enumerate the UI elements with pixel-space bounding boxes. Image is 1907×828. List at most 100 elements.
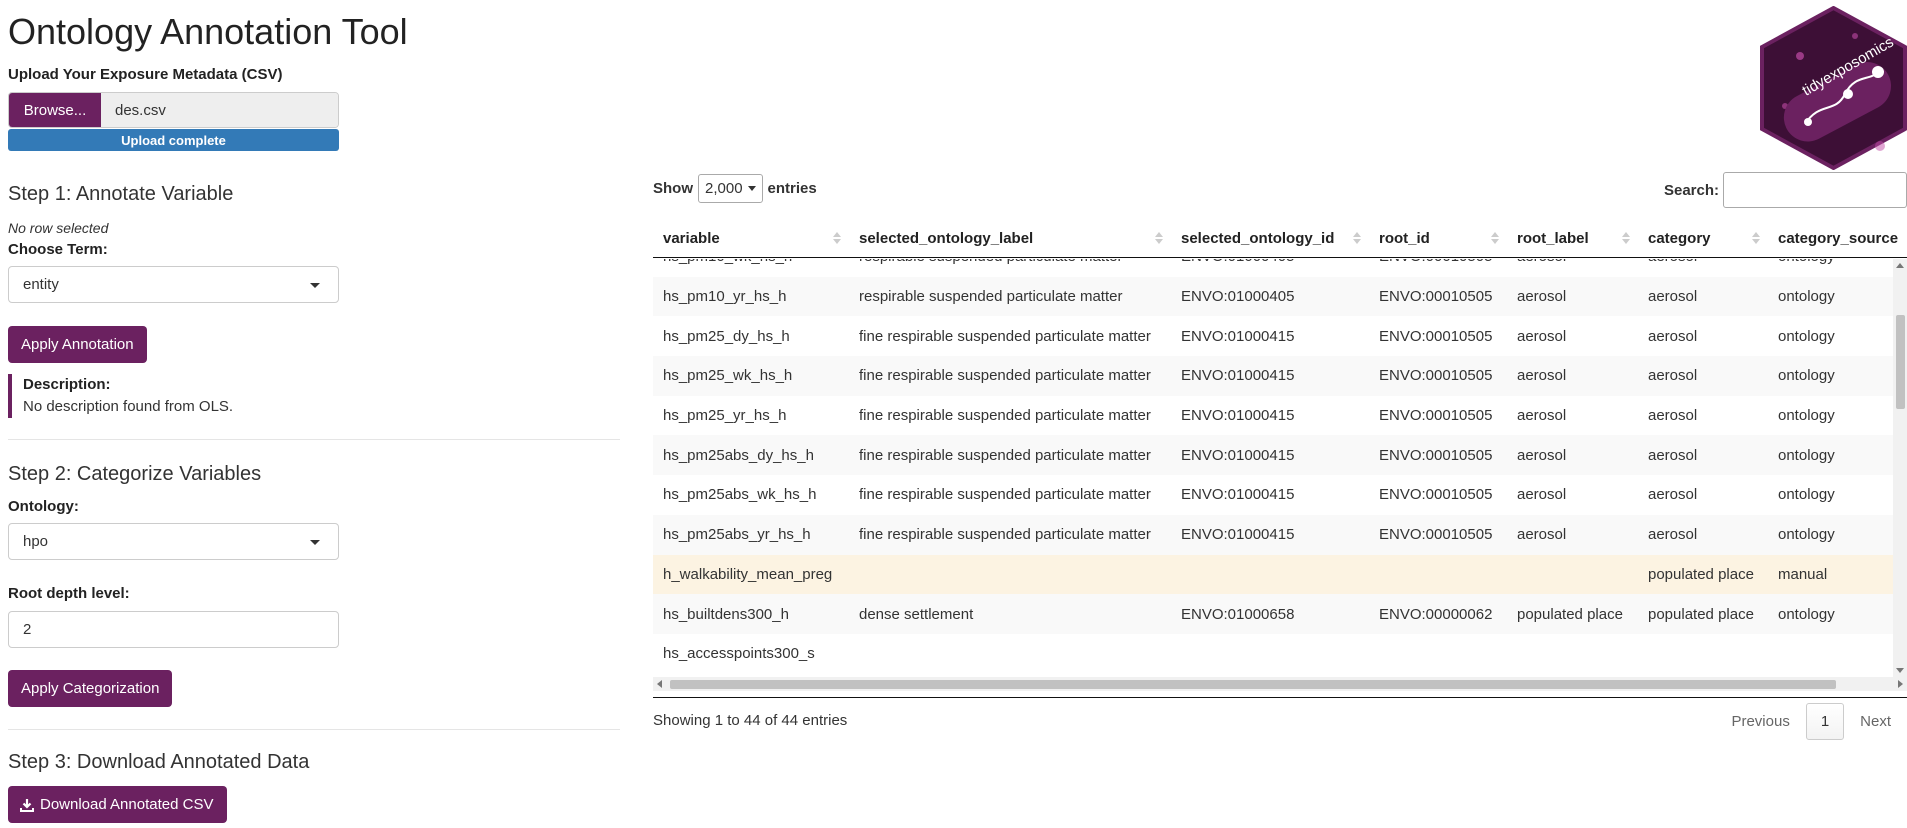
table-cell-variable: hs_pm10_wk_hs_h	[653, 259, 849, 265]
column-header-label: root_label	[1517, 229, 1589, 247]
data-table: variable selected_ontology_label selected_…	[653, 218, 1907, 698]
file-upload-control[interactable]: Browse... des.csv	[8, 92, 339, 128]
page-length-control: Show 2,000 entries	[653, 174, 817, 203]
app-title: Ontology Annotation Tool	[8, 11, 408, 52]
column-header-category[interactable]: category	[1638, 218, 1768, 258]
chevron-down-icon	[310, 283, 320, 288]
table-row[interactable]: hs_pm25abs_wk_hs_h fine respirable suspen…	[653, 475, 1893, 515]
table-row[interactable]: h_walkability_mean_preg populated place ma…	[653, 554, 1893, 595]
choose-term-value: entity	[23, 276, 59, 293]
scroll-up-icon[interactable]	[1896, 263, 1904, 268]
table-cell-root-id: ENVO:00010505	[1369, 259, 1507, 265]
table-cell-root-id: ENVO:00010505	[1379, 288, 1493, 306]
table-cell-selected-ontology-id: ENVO:01000415	[1181, 446, 1295, 464]
sort-icon	[1752, 232, 1760, 244]
column-header-selected-ontology-id[interactable]: selected_ontology_id	[1171, 218, 1369, 258]
table-cell-category-source: ontology	[1778, 526, 1835, 544]
table-cell-root-label: aerosol	[1517, 526, 1567, 544]
table-cell-category: aerosol	[1648, 367, 1698, 385]
table-cell-category: aerosol	[1648, 327, 1698, 345]
root-depth-input[interactable]	[8, 611, 339, 648]
scroll-right-icon[interactable]	[1898, 680, 1903, 688]
horizontal-scrollbar[interactable]	[653, 677, 1907, 691]
table-cell-variable: hs_pm25abs_yr_hs_h	[663, 526, 811, 544]
divider	[8, 439, 620, 440]
column-header-root-label[interactable]: root_label	[1507, 218, 1638, 258]
table-cell-selected-ontology-label: fine respirable suspended particulate ma…	[859, 486, 1151, 504]
table-footer-rule	[653, 697, 1907, 698]
previous-button[interactable]: Previous	[1715, 703, 1805, 740]
table-row[interactable]: hs_pm25abs_yr_hs_h fine respirable suspen…	[653, 514, 1893, 555]
next-button[interactable]: Next	[1844, 703, 1907, 740]
table-cell-root-id: ENVO:00010505	[1379, 446, 1493, 464]
table-cell-category: aerosol	[1648, 486, 1698, 504]
table-cell-selected-ontology-id: ENVO:01000405	[1181, 288, 1295, 306]
show-label: Show	[653, 180, 693, 197]
table-cell-category: populated place	[1648, 565, 1754, 583]
apply-categorization-button[interactable]: Apply Categorization	[8, 670, 173, 707]
page-1-button[interactable]: 1	[1805, 703, 1845, 740]
vertical-scroll-thumb[interactable]	[1896, 315, 1905, 409]
column-header-label: category_source	[1778, 229, 1899, 247]
table-cell-category-source: ontology	[1778, 327, 1835, 345]
browse-button[interactable]: Browse...	[9, 93, 101, 127]
step3-heading: Step 3: Download Annotated Data	[8, 751, 310, 773]
description-heading: Description:	[23, 376, 111, 393]
vertical-scrollbar[interactable]	[1893, 259, 1907, 677]
table-row[interactable]: hs_pm25_dy_hs_h fine respirable suspended…	[653, 316, 1893, 357]
horizontal-scroll-thumb[interactable]	[670, 680, 1836, 689]
table-cell-category: aerosol	[1648, 407, 1698, 425]
table-row[interactable]: hs_pm25_wk_hs_h fine respirable suspended…	[653, 356, 1893, 396]
scroll-left-icon[interactable]	[657, 680, 662, 688]
download-button[interactable]: Download Annotated CSV	[8, 786, 228, 823]
table-cell-variable: hs_pm25_dy_hs_h	[663, 327, 790, 345]
table-row[interactable]: hs_builtdens300_h dense settlement ENVO:01…	[653, 594, 1893, 634]
column-header-label: selected_ontology_label	[859, 229, 1034, 247]
choose-term-select[interactable]: entity	[8, 266, 339, 303]
depth-label: Root depth level:	[8, 585, 130, 602]
table-row[interactable]: hs_pm25_yr_hs_h fine respirable suspended…	[653, 395, 1893, 436]
sort-icon	[833, 232, 841, 244]
table-info: Showing 1 to 44 of 44 entries	[653, 712, 848, 729]
table-cell-category-source: ontology	[1778, 407, 1835, 425]
table-cell-selected-ontology-id: ENVO:01000415	[1181, 367, 1295, 385]
table-row[interactable]: hs_accesspoints300_s	[653, 633, 1893, 674]
search-input[interactable]	[1723, 172, 1907, 208]
ontology-label: Ontology:	[8, 498, 79, 515]
chevron-down-icon	[747, 186, 756, 191]
table-row[interactable]: hs_pm10_wk_hs_hrespirable suspended part…	[653, 259, 1893, 277]
scroll-down-icon[interactable]	[1896, 668, 1904, 673]
column-header-label: root_id	[1379, 229, 1430, 247]
table-cell-variable: hs_accesspoints300_s	[663, 645, 815, 663]
column-header-category-source[interactable]: category_source	[1768, 218, 1898, 258]
table-cell-root-label: aerosol	[1517, 367, 1567, 385]
description-box: Description: No description found from O…	[8, 374, 233, 418]
table-cell-root-label: aerosol	[1517, 327, 1567, 345]
column-header-root-id[interactable]: root_id	[1369, 218, 1507, 258]
table-cell-category: aerosol	[1648, 446, 1698, 464]
column-header-variable[interactable]: variable	[653, 218, 849, 258]
table-cell-selected-ontology-id: ENVO:01000415	[1181, 407, 1295, 425]
table-cell-selected-ontology-label: fine respirable suspended particulate ma…	[859, 367, 1151, 385]
table-cell-category: aerosol	[1648, 288, 1698, 306]
table-cell-category-source: ontology	[1778, 486, 1835, 504]
search-label: Search:	[1663, 181, 1719, 199]
sort-icon	[1622, 232, 1630, 244]
table-cell-selected-ontology-id: ENVO:01000658	[1181, 605, 1295, 623]
page-length-select[interactable]: 2,000	[698, 174, 763, 203]
upload-progress-bar: Upload complete	[8, 129, 339, 151]
row-selection-status: No row selected	[8, 220, 109, 236]
column-header-selected-ontology-label[interactable]: selected_ontology_label	[849, 218, 1171, 258]
apply-annotation-button[interactable]: Apply Annotation	[8, 326, 147, 363]
table-row[interactable]: hs_pm10_yr_hs_h respirable suspended part…	[653, 276, 1893, 317]
table-cell-category-source: ontology	[1778, 605, 1835, 623]
table-cell-variable: h_walkability_mean_preg	[663, 565, 833, 583]
table-cell-selected-ontology-label: fine respirable suspended particulate ma…	[859, 526, 1151, 544]
table-cell-root-id: ENVO:00000062	[1379, 605, 1493, 623]
table-row[interactable]: hs_pm25abs_dy_hs_h fine respirable suspen…	[653, 435, 1893, 476]
ontology-select[interactable]: hpo	[8, 523, 339, 560]
table-cell-selected-ontology-label: respirable suspended particulate matter	[849, 259, 1171, 265]
pagination: Previous 1 Next	[1715, 703, 1907, 740]
ontology-value: hpo	[23, 533, 49, 550]
table-search: Search:	[1664, 172, 1907, 208]
